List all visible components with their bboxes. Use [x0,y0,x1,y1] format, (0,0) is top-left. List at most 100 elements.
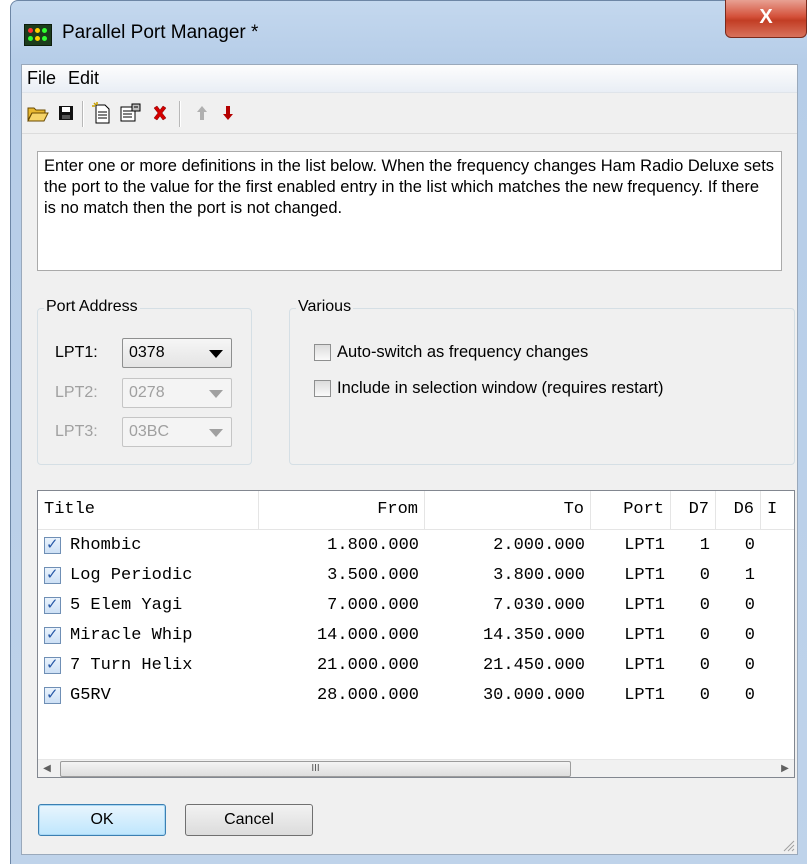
cell-from: 7.000.000 [327,596,419,615]
lpt3-value: 03BC [129,423,170,440]
column-header-to[interactable]: To [425,491,591,529]
table-row[interactable]: Rhombic 1.800.000 2.000.000 LPT1 1 0 [38,531,794,561]
definitions-list[interactable]: Title From To Port D7 D6 I Rhombic 1.800.… [37,490,795,778]
cell-to: 3.800.000 [493,566,585,585]
cell-to: 30.000.000 [482,686,585,705]
app-icon [24,24,52,46]
cell-title: Miracle Whip [70,626,193,645]
properties-button[interactable] [119,101,143,125]
cell-from: 3.500.000 [327,566,419,585]
scroll-right-icon[interactable]: ▶ [776,760,794,777]
auto-switch-checkbox[interactable] [314,344,331,361]
row-enabled-checkbox[interactable] [44,595,61,614]
cell-from: 14.000.000 [316,626,419,645]
table-row[interactable]: 7 Turn Helix 21.000.000 21.450.000 LPT1 0 0 [38,651,794,681]
column-header-from[interactable]: From [259,491,425,529]
table-row[interactable]: G5RV 28.000.000 30.000.000 LPT1 0 0 [38,681,794,711]
window-title: Parallel Port Manager * [62,22,259,43]
new-button[interactable] [90,101,114,125]
various-group: Various Auto-switch as frequency changes… [289,298,795,465]
scroll-left-icon[interactable]: ◀ [38,760,56,777]
chevron-down-icon [209,350,223,358]
cell-d6: 1 [744,566,755,585]
lpt2-value: 0278 [129,384,165,401]
include-selection-option[interactable]: Include in selection window (requires re… [314,379,663,398]
row-enabled-checkbox[interactable] [44,535,61,554]
open-button[interactable] [26,101,50,125]
cell-title: 7 Turn Helix [70,656,193,675]
menu-edit[interactable]: Edit [68,68,99,89]
scroll-thumb[interactable]: III [60,761,571,777]
toolbar-separator [82,101,83,127]
move-down-button[interactable] [216,101,240,125]
title-bar[interactable]: Parallel Port Manager * X [10,0,807,64]
cell-title: G5RV [70,686,111,705]
lpt1-value: 0378 [129,344,165,361]
move-up-button[interactable] [190,101,214,125]
table-row[interactable]: Log Periodic 3.500.000 3.800.000 LPT1 0 1 [38,561,794,591]
cell-from: 21.000.000 [316,656,419,675]
menu-bar: File Edit [22,65,797,93]
cell-title: Rhombic [70,536,142,555]
cell-port: LPT1 [624,566,665,585]
column-header-title[interactable]: Title [38,491,259,529]
lpt1-label: LPT1: [55,344,98,361]
lpt3-label: LPT3: [55,423,98,440]
lpt3-combo: 03BC [122,417,232,447]
delete-button[interactable] [148,101,172,125]
open-icon [27,107,49,122]
cell-port: LPT1 [624,596,665,615]
lpt1-combo[interactable]: 0378 [122,338,232,368]
ok-button[interactable]: OK [38,804,166,836]
move-up-icon [197,106,207,120]
toolbar [22,93,797,134]
cell-port: LPT1 [624,656,665,675]
auto-switch-label: Auto-switch as frequency changes [337,343,589,361]
row-enabled-checkbox[interactable] [44,625,61,644]
cell-d7: 0 [699,626,710,645]
menu-file[interactable]: File [27,68,56,89]
row-enabled-checkbox[interactable] [44,685,61,704]
cell-d6: 0 [744,626,755,645]
cell-d6: 0 [744,536,755,555]
cell-to: 14.350.000 [482,626,585,645]
cell-d6: 0 [744,596,755,615]
column-header-port[interactable]: Port [591,491,671,529]
cancel-button[interactable]: Cancel [185,804,313,836]
delete-icon [153,105,167,121]
description-text: Enter one or more definitions in the lis… [37,151,782,271]
toolbar-separator [179,101,180,127]
table-row[interactable]: 5 Elem Yagi 7.000.000 7.030.000 LPT1 0 0 [38,591,794,621]
cell-to: 7.030.000 [493,596,585,615]
chevron-down-icon [209,390,223,398]
close-button[interactable]: X [725,0,807,38]
table-row[interactable]: Miracle Whip 14.000.000 14.350.000 LPT1 0 0 [38,621,794,651]
cell-to: 21.450.000 [482,656,585,675]
column-header-d7[interactable]: D7 [671,491,716,529]
move-down-icon [223,106,233,120]
chevron-down-icon [209,429,223,437]
new-icon [92,102,110,124]
save-button[interactable] [54,101,78,125]
save-icon [59,106,73,120]
horizontal-scrollbar[interactable]: ◀ III ▶ [38,759,794,777]
row-enabled-checkbox[interactable] [44,565,61,584]
cell-d7: 0 [699,596,710,615]
cell-d7: 0 [699,566,710,585]
include-selection-label: Include in selection window (requires re… [337,379,664,397]
list-header: Title From To Port D7 D6 I [38,491,794,530]
properties-icon [120,103,141,122]
lpt2-label: LPT2: [55,384,98,401]
auto-switch-option[interactable]: Auto-switch as frequency changes [314,343,588,362]
port-address-group: Port Address LPT1: 0378 LPT2: 0278 LPT3:… [37,298,252,465]
resize-grip-icon[interactable] [781,838,795,852]
port-address-legend: Port Address [44,298,140,316]
cell-to: 2.000.000 [493,536,585,555]
dialog-client-area: File Edit Enter one or more definitions … [21,64,798,855]
cell-port: LPT1 [624,536,665,555]
column-header-d6[interactable]: D6 [716,491,761,529]
column-header-d5[interactable]: I [761,491,794,529]
row-enabled-checkbox[interactable] [44,655,61,674]
include-selection-checkbox[interactable] [314,380,331,397]
cell-d6: 0 [744,686,755,705]
